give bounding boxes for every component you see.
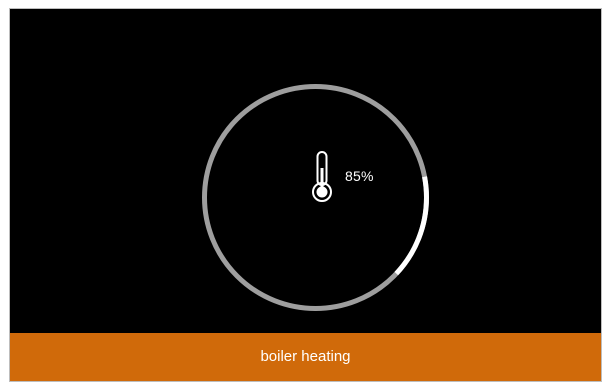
value-percentage: 85% <box>345 168 374 184</box>
thermostat-panel: 85% boiler heating <box>9 8 602 382</box>
status-bar: boiler heating <box>10 333 601 381</box>
thermometer-icon <box>309 150 335 204</box>
status-label: boiler heating <box>260 348 351 365</box>
